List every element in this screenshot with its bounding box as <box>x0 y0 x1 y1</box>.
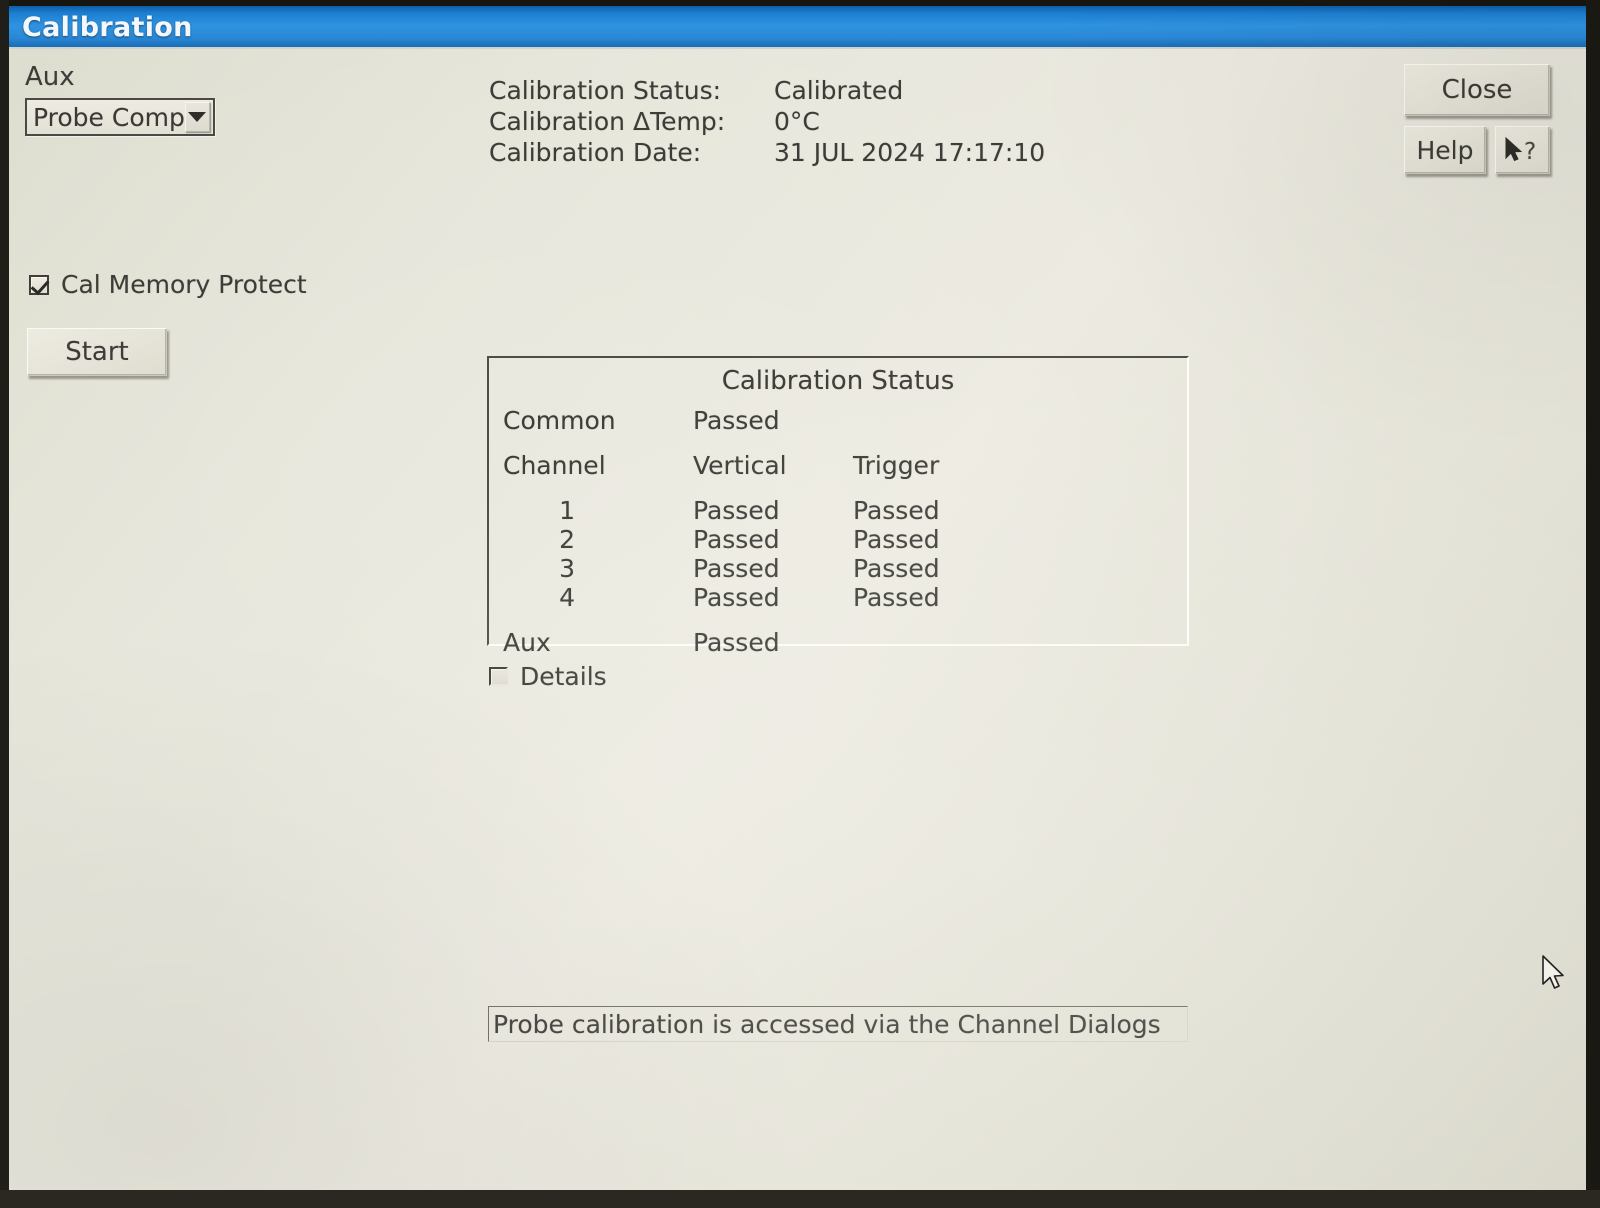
channel-vertical: Passed <box>693 583 780 612</box>
channel-id: 2 <box>559 525 575 554</box>
context-help-button[interactable]: ? <box>1495 126 1550 174</box>
calibration-temp-label: Calibration ΔTemp: <box>489 107 726 136</box>
calibration-temp-row: Calibration ΔTemp: 0°C <box>489 109 1045 134</box>
bezel-right <box>1586 0 1600 1208</box>
channel-id: 4 <box>559 583 575 612</box>
close-button[interactable]: Close <box>1404 64 1550 116</box>
calibration-temp-value: 0°C <box>774 107 820 136</box>
calibration-date-label: Calibration Date: <box>489 138 702 167</box>
row-spacer <box>503 612 1163 628</box>
calibration-date-value: 31 JUL 2024 17:17:10 <box>774 138 1046 167</box>
calibration-status-row: Calibration Status: Calibrated <box>489 78 1045 103</box>
svg-text:?: ? <box>1524 139 1536 165</box>
calibration-date-row: Calibration Date: 31 JUL 2024 17:17:10 <box>489 140 1045 165</box>
aux-row: Aux Passed <box>503 628 1163 657</box>
pointer-question-icon: ? <box>1505 136 1536 165</box>
header-trigger: Trigger <box>853 451 940 480</box>
titlebar: Calibration <box>9 6 1586 49</box>
aux-select[interactable]: Probe Comp <box>25 98 215 136</box>
channel-id: 1 <box>559 496 575 525</box>
close-button-label: Close <box>1441 75 1513 105</box>
calibration-status-panel: Calibration Status Common Passed Channel… <box>487 356 1189 655</box>
calibration-status-value: Calibrated <box>774 76 904 105</box>
calibration-status-panel-title: Calibration Status <box>721 366 955 396</box>
chevron-down-icon <box>188 112 207 122</box>
common-row: Common Passed <box>503 406 1163 435</box>
aux-select-value: Probe Comp <box>33 102 185 132</box>
table-row: 1 Passed Passed <box>503 496 1163 525</box>
aux-label: Aux <box>25 62 75 92</box>
monitor-frame: Calibration Aux Probe Comp Calibration S… <box>0 0 1600 1208</box>
header-vertical: Vertical <box>693 451 787 480</box>
channel-vertical: Passed <box>693 554 780 583</box>
cal-memory-protect-label: Cal Memory Protect <box>61 270 307 299</box>
window-title: Calibration <box>22 12 193 43</box>
cal-memory-protect-checkbox[interactable]: Cal Memory Protect <box>29 272 307 297</box>
calibration-status-grid: Common Passed Channel Vertical Trigger 1… <box>503 406 1163 657</box>
help-button[interactable]: Help <box>1404 126 1486 174</box>
channel-trigger: Passed <box>853 554 940 583</box>
channel-id: 3 <box>559 554 575 583</box>
channel-trigger: Passed <box>853 496 940 525</box>
status-message-text: Probe calibration is accessed via the Ch… <box>493 1009 1161 1039</box>
start-button[interactable]: Start <box>27 328 167 376</box>
channel-trigger: Passed <box>853 525 940 554</box>
table-row: 4 Passed Passed <box>503 583 1163 612</box>
checkbox-unchecked-icon[interactable] <box>489 667 508 686</box>
aux-select-arrow-button[interactable] <box>184 102 210 132</box>
channel-vertical: Passed <box>693 525 780 554</box>
bezel-left <box>0 0 9 1208</box>
calibration-info-block: Calibration Status: Calibrated Calibrati… <box>489 78 1045 171</box>
start-button-label: Start <box>65 337 129 367</box>
table-row: 2 Passed Passed <box>503 525 1163 554</box>
calibration-status-label: Calibration Status: <box>489 76 722 105</box>
channel-trigger: Passed <box>853 583 940 612</box>
channel-vertical: Passed <box>693 496 780 525</box>
calibration-dialog: Calibration Aux Probe Comp Calibration S… <box>9 6 1586 1190</box>
status-message-box: Probe calibration is accessed via the Ch… <box>488 1006 1188 1042</box>
help-button-label: Help <box>1416 135 1474 165</box>
row-spacer <box>503 435 1163 451</box>
details-checkbox[interactable]: Details <box>489 664 607 689</box>
checkbox-checked-icon[interactable] <box>29 274 49 295</box>
table-header-row: Channel Vertical Trigger <box>503 451 1163 480</box>
table-row: 3 Passed Passed <box>503 554 1163 583</box>
aux-row-label: Aux <box>503 628 551 657</box>
row-spacer <box>503 480 1163 496</box>
bezel-bottom <box>0 1190 1600 1208</box>
header-channel: Channel <box>503 451 606 480</box>
aux-row-value: Passed <box>693 628 780 657</box>
common-label: Common <box>503 406 616 435</box>
common-value: Passed <box>693 406 780 435</box>
details-label: Details <box>520 662 607 691</box>
